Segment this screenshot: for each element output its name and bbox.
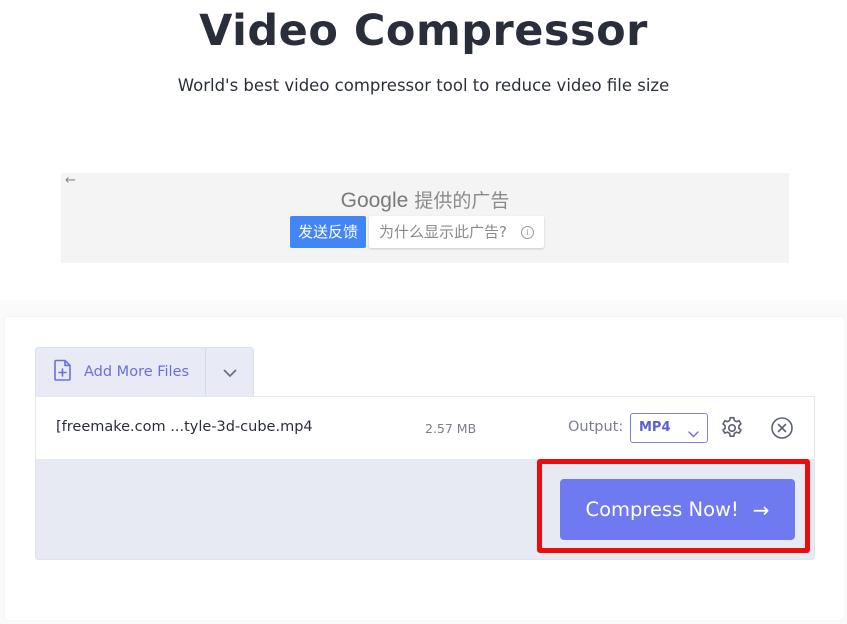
ad-button-group: 发送反馈 为什么显示此广告? i (290, 216, 544, 248)
ad-banner: ← Google 提供的广告 发送反馈 为什么显示此广告? i (61, 173, 789, 263)
google-logo-text: Google (340, 189, 409, 212)
output-label: Output: (568, 419, 624, 435)
add-more-files-button[interactable]: Add More Files (36, 348, 206, 396)
send-feedback-button[interactable]: 发送反馈 (290, 216, 367, 248)
chevron-down-icon (223, 363, 237, 382)
page-subtitle: World's best video compressor tool to re… (177, 76, 670, 95)
add-more-files-label: Add More Files (84, 364, 190, 380)
page-title: Video Compressor (199, 6, 648, 56)
compress-now-button[interactable]: Compress Now! → (560, 479, 795, 540)
output-format-value: MP4 (639, 420, 671, 435)
info-icon: i (520, 225, 534, 239)
ad-provided-by: 提供的广告 (414, 190, 510, 212)
file-size: 2.57 MB (425, 421, 477, 436)
why-this-ad-label: 为什么显示此广告? (379, 223, 507, 241)
file-add-icon (54, 359, 72, 385)
file-name: [freemake.com ...tyle-3d-cube.mp4 (56, 419, 313, 435)
ad-attribution: Google 提供的广告 (61, 186, 789, 213)
add-files-dropdown-button[interactable] (206, 348, 253, 396)
remove-file-icon[interactable] (770, 416, 794, 444)
add-files-control: Add More Files (35, 347, 254, 396)
arrow-right-icon: → (752, 497, 770, 522)
chevron-down-icon (688, 423, 699, 442)
compress-now-label: Compress Now! (585, 498, 739, 521)
settings-gear-icon[interactable] (719, 415, 745, 445)
file-list-item: [freemake.com ...tyle-3d-cube.mp4 2.57 M… (35, 396, 815, 460)
output-format-select[interactable]: MP4 (630, 413, 708, 443)
why-this-ad-button[interactable]: 为什么显示此广告? i (369, 216, 544, 248)
